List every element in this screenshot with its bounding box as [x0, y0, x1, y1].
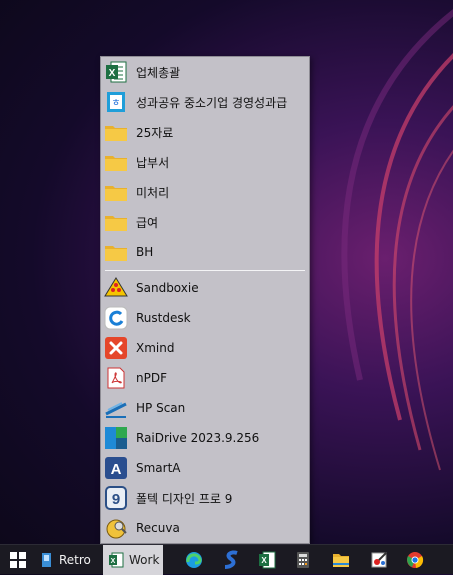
rustdesk-icon	[104, 306, 128, 330]
svg-text:X: X	[261, 556, 267, 565]
taskbar-chrome-button[interactable]	[406, 545, 424, 575]
menu-item-smarta[interactable]: A SmartA	[101, 453, 309, 483]
folder-icon	[104, 240, 128, 264]
s-app-icon	[222, 550, 240, 570]
menu-item-folder-bh[interactable]: BH	[101, 237, 309, 267]
menu-item-business-summary[interactable]: X 업체총괄	[101, 57, 309, 87]
windows-icon	[10, 552, 26, 568]
hwp-document-icon: ㅎ	[104, 90, 128, 114]
svg-text:ㅎ: ㅎ	[111, 98, 120, 109]
svg-text:9: 9	[112, 491, 120, 508]
menu-item-label: 미처리	[136, 185, 170, 200]
menu-item-label: Rustdesk	[136, 311, 191, 325]
taskbar-s-app-button[interactable]	[222, 545, 240, 575]
folder-icon	[104, 120, 128, 144]
retro-icon	[40, 552, 54, 568]
folder-icon	[104, 150, 128, 174]
menu-item-label: BH	[136, 245, 154, 259]
menu-item-label: RaiDrive 2023.9.256	[136, 431, 260, 445]
sandboxie-icon	[104, 276, 128, 300]
menu-item-npdf[interactable]: nPDF	[101, 363, 309, 393]
menu-item-label: Recuva	[136, 521, 180, 535]
taskbar-excel-button[interactable]: X	[258, 545, 276, 575]
svg-text:A: A	[111, 461, 122, 478]
snipping-tool-icon	[370, 551, 388, 569]
excel-icon: X	[104, 60, 128, 84]
taskbar-snipping-tool-button[interactable]	[370, 545, 388, 575]
excel-icon: X	[258, 551, 276, 569]
taskbar-work-button[interactable]: X Work	[103, 545, 163, 575]
excel-icon: X	[108, 552, 124, 568]
file-explorer-icon	[332, 552, 350, 568]
menu-item-label: 성과공유 중소기업 경영성과급	[136, 95, 288, 110]
svg-text:X: X	[109, 68, 116, 79]
taskbar-file-explorer-button[interactable]	[332, 545, 350, 575]
jump-list-menu: X 업체총괄 ㅎ 성과공유 중소기업 경영성과급 25자료 납부서 미처리 급여	[100, 56, 310, 544]
menu-item-folder-unprocessed[interactable]: 미처리	[101, 177, 309, 207]
menu-item-folder-salary[interactable]: 급여	[101, 207, 309, 237]
menu-item-label: HP Scan	[136, 401, 186, 415]
menu-item-label: SmartA	[136, 461, 181, 475]
design-pro-icon: 9	[104, 486, 128, 510]
menu-item-label: nPDF	[136, 371, 167, 385]
menu-item-hp-scan[interactable]: HP Scan	[101, 393, 309, 423]
menu-separator	[105, 270, 305, 271]
taskbar-retro-button[interactable]: Retro	[40, 545, 91, 575]
smarta-icon: A	[104, 456, 128, 480]
menu-item-label: 폴텍 디자인 프로 9	[136, 491, 233, 506]
npdf-icon	[104, 366, 128, 390]
menu-item-design-pro[interactable]: 9 폴텍 디자인 프로 9	[101, 483, 309, 513]
menu-item-raidrive[interactable]: RaiDrive 2023.9.256	[101, 423, 309, 453]
edge-icon	[185, 551, 203, 569]
taskbar: Retro X Work X	[0, 544, 453, 575]
menu-item-label: 25자료	[136, 125, 174, 140]
menu-item-label: Xmind	[136, 341, 175, 355]
recuva-icon	[104, 516, 128, 540]
menu-item-label: 급여	[136, 215, 159, 230]
svg-text:X: X	[111, 558, 116, 565]
chrome-icon	[406, 551, 424, 569]
menu-item-performance-sharing[interactable]: ㅎ 성과공유 중소기업 경영성과급	[101, 87, 309, 117]
folder-icon	[104, 180, 128, 204]
menu-item-folder-25[interactable]: 25자료	[101, 117, 309, 147]
xmind-icon	[104, 336, 128, 360]
raidrive-icon	[104, 426, 128, 450]
menu-item-folder-payment[interactable]: 납부서	[101, 147, 309, 177]
hp-scan-icon	[104, 396, 128, 420]
taskbar-retro-label: Retro	[59, 553, 91, 567]
calculator-icon	[296, 551, 310, 569]
menu-item-label: 업체총괄	[136, 65, 181, 80]
taskbar-edge-button[interactable]	[185, 545, 203, 575]
menu-item-sandboxie[interactable]: Sandboxie	[101, 273, 309, 303]
taskbar-calculator-button[interactable]	[296, 545, 310, 575]
menu-item-label: Sandboxie	[136, 281, 199, 295]
menu-item-label: 납부서	[136, 155, 170, 170]
menu-item-rustdesk[interactable]: Rustdesk	[101, 303, 309, 333]
menu-item-recuva[interactable]: Recuva	[101, 513, 309, 543]
taskbar-work-label: Work	[129, 553, 160, 567]
folder-icon	[104, 210, 128, 234]
menu-item-xmind[interactable]: Xmind	[101, 333, 309, 363]
start-button[interactable]	[10, 545, 26, 575]
